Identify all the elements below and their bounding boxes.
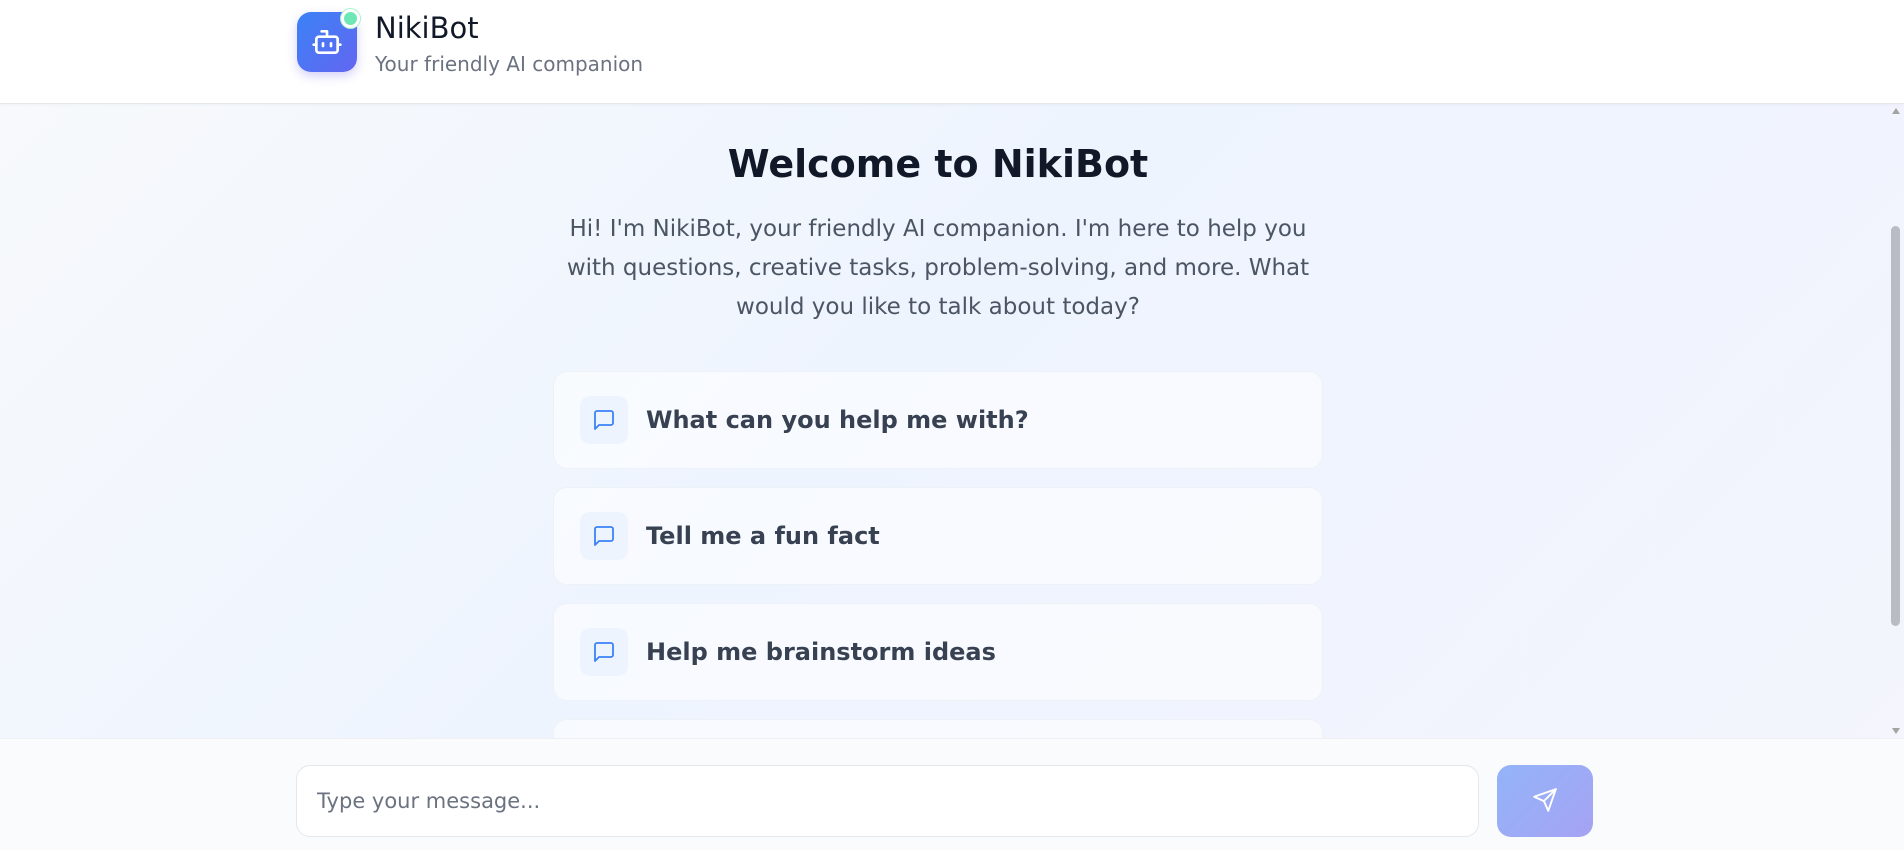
scrollbar-thumb[interactable] <box>1891 226 1900 626</box>
app-header: NikiBot Your friendly AI companion <box>0 0 1904 104</box>
scroll-down-arrow-icon[interactable] <box>1892 728 1900 734</box>
message-composer <box>0 738 1904 850</box>
suggestion-card[interactable]: Help me brainstorm ideas <box>553 603 1323 701</box>
suggestion-label: Tell me a fun fact <box>646 522 880 550</box>
message-square-icon <box>580 512 628 560</box>
welcome-title: Welcome to NikiBot <box>727 142 1149 186</box>
send-button[interactable] <box>1497 765 1593 837</box>
welcome-message: Hi! I'm NikiBot, your friendly AI compan… <box>566 216 1310 320</box>
message-input[interactable] <box>296 765 1479 837</box>
suggestion-card[interactable] <box>553 719 1323 738</box>
online-status-indicator <box>341 9 360 28</box>
send-icon <box>1532 787 1558 816</box>
chat-area[interactable]: Welcome to NikiBot Hi! I'm NikiBot, your… <box>0 104 1904 738</box>
app-title: NikiBot <box>375 11 479 45</box>
suggestion-card[interactable]: What can you help me with? <box>553 371 1323 469</box>
suggestion-label: Help me brainstorm ideas <box>646 638 996 666</box>
suggestion-label: What can you help me with? <box>646 406 1029 434</box>
suggestion-card[interactable]: Tell me a fun fact <box>553 487 1323 585</box>
bot-avatar <box>897 104 979 108</box>
message-square-icon <box>580 628 628 676</box>
chat-scrollbar[interactable] <box>1888 104 1904 738</box>
app-subtitle: Your friendly AI companion <box>375 52 644 76</box>
message-square-icon <box>580 396 628 444</box>
scroll-up-arrow-icon[interactable] <box>1892 108 1900 114</box>
